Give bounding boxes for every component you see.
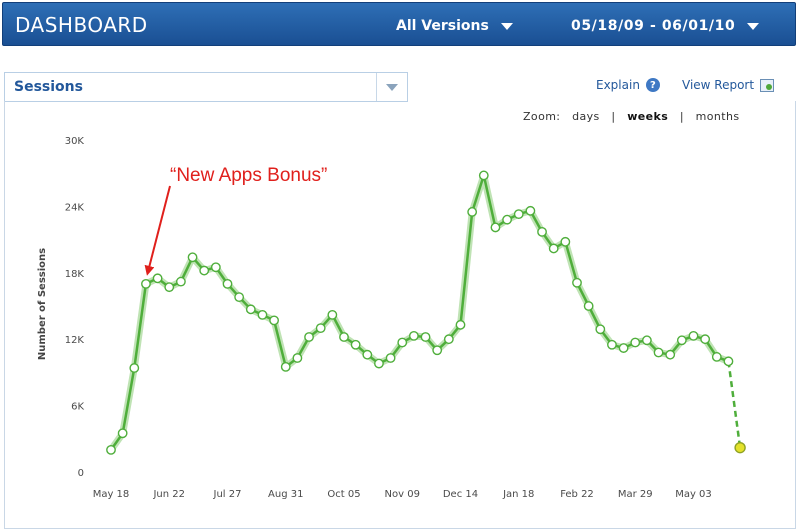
data-point[interactable] bbox=[432, 345, 443, 356]
data-point[interactable] bbox=[583, 301, 594, 311]
y-tick-label: 30K bbox=[65, 136, 85, 147]
data-point[interactable] bbox=[210, 262, 221, 273]
x-tick-label: Nov 09 bbox=[385, 489, 420, 500]
data-point[interactable] bbox=[676, 335, 687, 346]
x-tick-label: Jan 18 bbox=[502, 489, 534, 500]
x-tick-label: Jul 27 bbox=[213, 489, 242, 500]
data-point[interactable] bbox=[362, 349, 373, 360]
data-point[interactable] bbox=[141, 278, 151, 289]
data-point[interactable] bbox=[339, 332, 349, 342]
x-tick-label: Mar 29 bbox=[618, 489, 653, 500]
data-point[interactable] bbox=[490, 222, 501, 233]
data-point[interactable] bbox=[350, 339, 361, 350]
data-point[interactable] bbox=[560, 236, 571, 247]
annotation-label: “New Apps Bonus” bbox=[170, 165, 327, 186]
y-tick-label: 12K bbox=[65, 335, 85, 346]
y-axis: 0 6K 12K 18K 24K 30K bbox=[65, 136, 85, 479]
data-point[interactable] bbox=[397, 337, 408, 348]
data-point[interactable] bbox=[245, 304, 256, 315]
series-line-glow bbox=[107, 171, 732, 454]
series-sessions bbox=[106, 170, 746, 455]
data-point[interactable] bbox=[700, 334, 711, 345]
data-point[interactable] bbox=[106, 444, 116, 455]
data-point[interactable] bbox=[607, 339, 617, 350]
data-point[interactable] bbox=[455, 319, 466, 330]
data-point[interactable] bbox=[117, 428, 128, 439]
x-tick-label: Dec 14 bbox=[443, 489, 478, 500]
y-tick-label: 18K bbox=[65, 269, 85, 280]
x-tick-label: Jun 22 bbox=[152, 489, 185, 500]
data-point[interactable] bbox=[315, 323, 326, 334]
data-point[interactable] bbox=[537, 226, 547, 237]
data-point[interactable] bbox=[129, 363, 140, 373]
data-point[interactable] bbox=[688, 330, 699, 341]
data-point[interactable] bbox=[420, 332, 431, 342]
data-point[interactable] bbox=[385, 353, 396, 363]
data-point[interactable] bbox=[234, 292, 245, 303]
data-point[interactable] bbox=[269, 315, 279, 326]
data-point[interactable] bbox=[548, 243, 559, 254]
data-point[interactable] bbox=[199, 265, 210, 276]
data-point[interactable] bbox=[630, 337, 641, 348]
data-point[interactable] bbox=[525, 205, 536, 216]
x-tick-label: May 18 bbox=[93, 489, 130, 500]
y-tick-label: 0 bbox=[78, 468, 84, 479]
data-point[interactable] bbox=[257, 309, 268, 320]
data-point[interactable] bbox=[502, 214, 512, 225]
data-point[interactable] bbox=[618, 343, 629, 353]
x-tick-label: Feb 22 bbox=[560, 489, 594, 500]
data-point[interactable] bbox=[408, 330, 419, 341]
series-line bbox=[109, 174, 729, 451]
y-axis-label: Number of Sessions bbox=[37, 248, 48, 360]
series-line-partial bbox=[727, 361, 742, 448]
data-point[interactable] bbox=[374, 358, 384, 369]
data-point[interactable] bbox=[222, 278, 233, 289]
data-point[interactable] bbox=[653, 347, 664, 358]
annotation: “New Apps Bonus” bbox=[144, 165, 327, 276]
data-point[interactable] bbox=[467, 207, 478, 217]
sessions-chart: 0 6K 12K 18K 24K 30K May 18 Jun 22 Jul 27 Aug 31… bbox=[37, 136, 746, 500]
data-point[interactable] bbox=[175, 276, 186, 287]
x-tick-label: Oct 05 bbox=[327, 489, 360, 500]
data-point[interactable] bbox=[304, 332, 314, 342]
data-point[interactable] bbox=[443, 334, 454, 345]
y-tick-label: 6K bbox=[71, 402, 84, 413]
data-point[interactable] bbox=[280, 361, 291, 372]
data-point[interactable] bbox=[734, 441, 746, 454]
data-point[interactable] bbox=[572, 277, 582, 288]
x-axis: May 18 Jun 22 Jul 27 Aug 31 Oct 05 Nov 09 Dec … bbox=[93, 489, 712, 500]
data-point[interactable] bbox=[723, 356, 734, 367]
data-point[interactable] bbox=[152, 273, 163, 284]
data-point[interactable] bbox=[164, 282, 175, 293]
x-tick-label: May 03 bbox=[675, 489, 712, 500]
data-point[interactable] bbox=[665, 349, 676, 360]
annotation-arrow bbox=[144, 185, 171, 276]
data-point[interactable] bbox=[642, 335, 652, 346]
data-point[interactable] bbox=[327, 309, 338, 320]
data-point[interactable] bbox=[711, 352, 722, 362]
data-point[interactable] bbox=[292, 353, 303, 363]
data-point[interactable] bbox=[513, 209, 524, 220]
data-point[interactable] bbox=[187, 252, 198, 263]
data-point[interactable] bbox=[478, 170, 489, 181]
x-tick-label: Aug 31 bbox=[268, 489, 303, 500]
data-point[interactable] bbox=[595, 324, 606, 335]
y-tick-label: 24K bbox=[65, 202, 85, 213]
